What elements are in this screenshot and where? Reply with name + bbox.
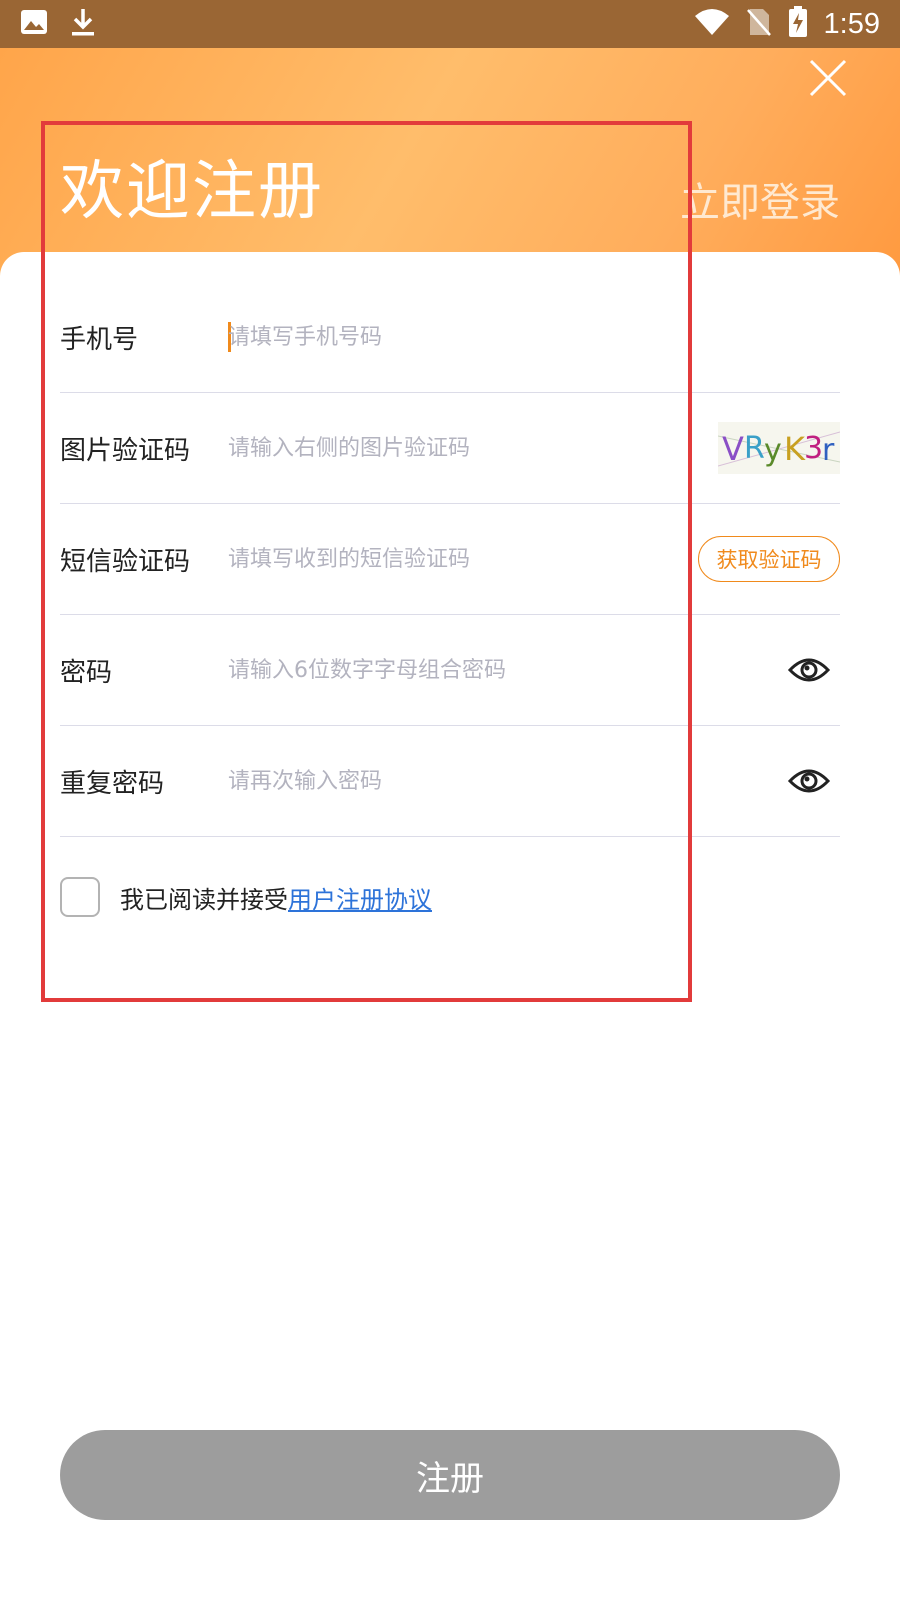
no-sim-icon	[746, 7, 772, 41]
captcha-row: 图片验证码 V R y K 3 r	[60, 393, 840, 504]
agreement-row: 我已阅读并接受 用户注册协议	[60, 877, 432, 917]
svg-text:3: 3	[804, 431, 823, 466]
sms-input[interactable]	[228, 546, 698, 572]
agreement-checkbox[interactable]	[60, 877, 100, 917]
captcha-label: 图片验证码	[60, 435, 191, 466]
sms-row: 短信验证码 获取验证码	[60, 504, 840, 615]
phone-input[interactable]	[228, 324, 840, 350]
agreement-text: 我已阅读并接受	[120, 885, 288, 914]
register-button[interactable]: 注册	[60, 1430, 840, 1520]
close-icon	[809, 59, 847, 97]
repeat-password-input[interactable]	[228, 768, 788, 794]
sms-label: 短信验证码	[60, 546, 191, 577]
captcha-input[interactable]	[228, 435, 718, 461]
svg-text:K: K	[784, 430, 806, 468]
repeat-password-label: 重复密码	[60, 768, 165, 799]
get-code-button[interactable]: 获取验证码	[698, 536, 840, 582]
agreement-link[interactable]: 用户注册协议	[288, 880, 432, 915]
image-icon	[20, 9, 48, 39]
eye-icon[interactable]	[788, 654, 830, 686]
captcha-image[interactable]: V R y K 3 r	[718, 422, 840, 474]
phone-label: 手机号	[60, 324, 139, 355]
wifi-icon	[694, 8, 730, 40]
password-row: 密码	[60, 615, 840, 726]
svg-text:R: R	[744, 431, 765, 466]
password-label: 密码	[60, 657, 113, 688]
eye-icon[interactable]	[788, 765, 830, 797]
phone-row: 手机号	[60, 282, 840, 393]
page-title: 欢迎注册	[60, 155, 324, 229]
status-bar: 1:59	[0, 0, 900, 48]
status-time: 1:59	[823, 7, 880, 40]
svg-text:r: r	[822, 433, 835, 468]
svg-text:V: V	[722, 430, 744, 468]
close-button[interactable]	[808, 58, 848, 98]
svg-text:y: y	[764, 433, 782, 468]
login-link[interactable]: 立即登录	[680, 170, 840, 228]
password-input[interactable]	[228, 657, 788, 683]
repeat-password-row: 重复密码	[60, 726, 840, 837]
battery-charging-icon	[788, 6, 808, 42]
download-icon	[70, 7, 96, 41]
